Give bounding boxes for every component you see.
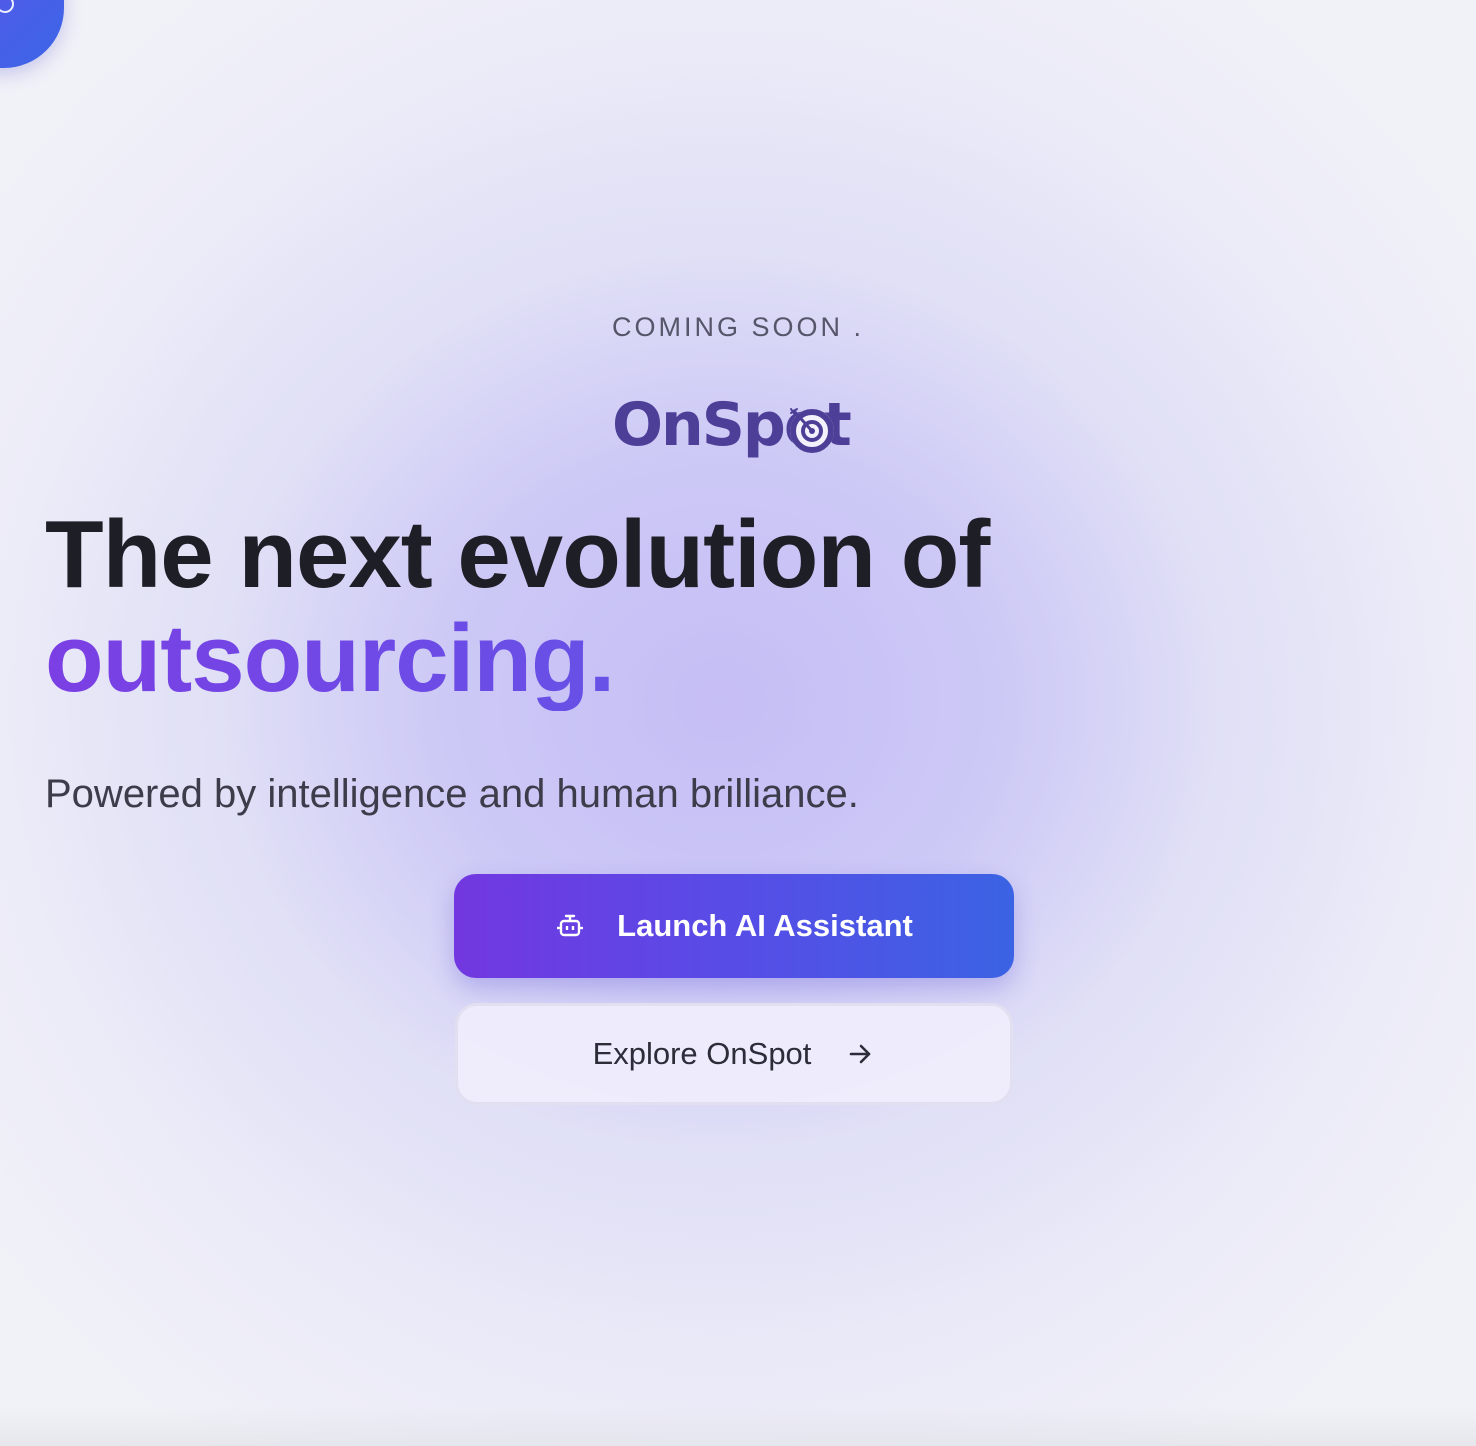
floating-action-button[interactable] [0,0,64,68]
arrow-right-icon [850,1044,871,1064]
landing-page: COMING SOON . OnSpot The next evolution … [0,0,1476,1446]
target-icon [790,408,834,453]
circle-icon [0,0,14,13]
hero-subtitle: Powered by intelligence and human brilli… [45,772,859,816]
onspot-logo: OnSpot [612,380,862,470]
robot-icon [557,914,584,937]
hero-headline: The next evolution of outsourcing. [45,501,990,711]
explore-onspot-button[interactable]: Explore OnSpot [455,1003,1013,1105]
coming-soon-label: COMING SOON . [611,312,864,342]
bottom-fade [0,1406,1476,1446]
launch-ai-assistant-button[interactable]: Launch AI Assistant [454,874,1014,978]
launch-ai-assistant-label: Launch AI Assistant [617,908,913,943]
explore-onspot-label: Explore OnSpot [592,1036,812,1071]
headline-line-1: The next evolution of [45,501,990,608]
headline-accent: outsourcing. [45,607,989,711]
